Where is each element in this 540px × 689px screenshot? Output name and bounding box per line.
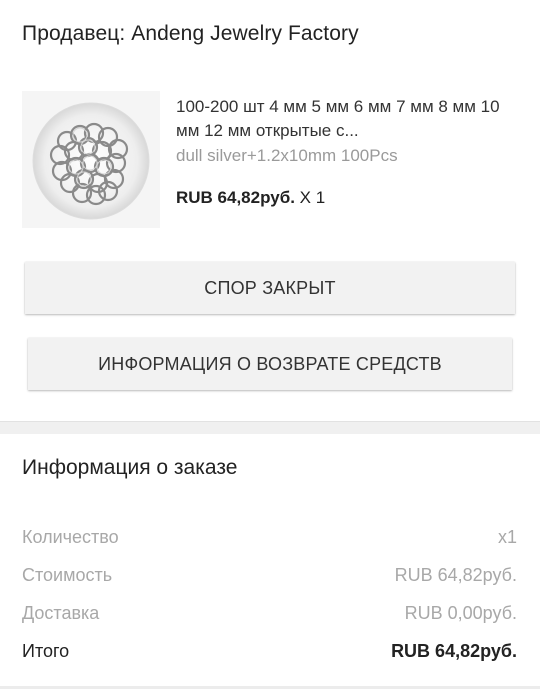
row-value: RUB 0,00руб. xyxy=(404,603,517,623)
row-value: RUB 64,82руб. xyxy=(394,565,517,585)
row-label: Доставка xyxy=(22,603,100,623)
product-price: RUB 64,82руб. xyxy=(176,188,295,207)
order-product-item[interactable]: 100-200 шт 4 мм 5 мм 6 мм 7 мм 8 мм 10 м… xyxy=(22,91,522,229)
row-value: RUB 64,82руб. xyxy=(391,641,517,661)
section-divider xyxy=(0,421,540,434)
order-row-total: Итого RUB 64,82руб. xyxy=(22,641,517,679)
order-row-cost: Стоимость RUB 64,82руб. xyxy=(22,565,517,603)
product-quantity: X 1 xyxy=(294,188,326,207)
product-title[interactable]: 100-200 шт 4 мм 5 мм 6 мм 7 мм 8 мм 10 м… xyxy=(176,95,516,143)
metal-jump-rings-photo xyxy=(22,91,160,228)
dispute-closed-button[interactable]: СПОР ЗАКРЫТ xyxy=(25,262,515,314)
row-value: x1 xyxy=(497,527,517,547)
product-variant: dull silver+1.2x10mm 100Pcs xyxy=(176,146,398,165)
product-image[interactable] xyxy=(22,91,160,228)
row-label: Количество xyxy=(22,527,119,547)
refund-info-button[interactable]: ИНФОРМАЦИЯ О ВОЗВРАТЕ СРЕДСТВ xyxy=(28,338,512,390)
row-label: Итого xyxy=(22,641,70,661)
product-price-line: RUB 64,82руб. X 1 xyxy=(176,188,325,208)
row-label: Стоимость xyxy=(22,565,113,585)
order-row-shipping: Доставка RUB 0,00руб. xyxy=(22,603,517,641)
seller-name[interactable]: Продавец: Andeng Jewelry Factory xyxy=(22,22,359,46)
order-info-title: Информация о заказе xyxy=(22,456,238,479)
order-row-quantity: Количество x1 xyxy=(22,527,517,565)
order-info-list: Количество x1 Стоимость RUB 64,82руб. До… xyxy=(22,527,517,679)
